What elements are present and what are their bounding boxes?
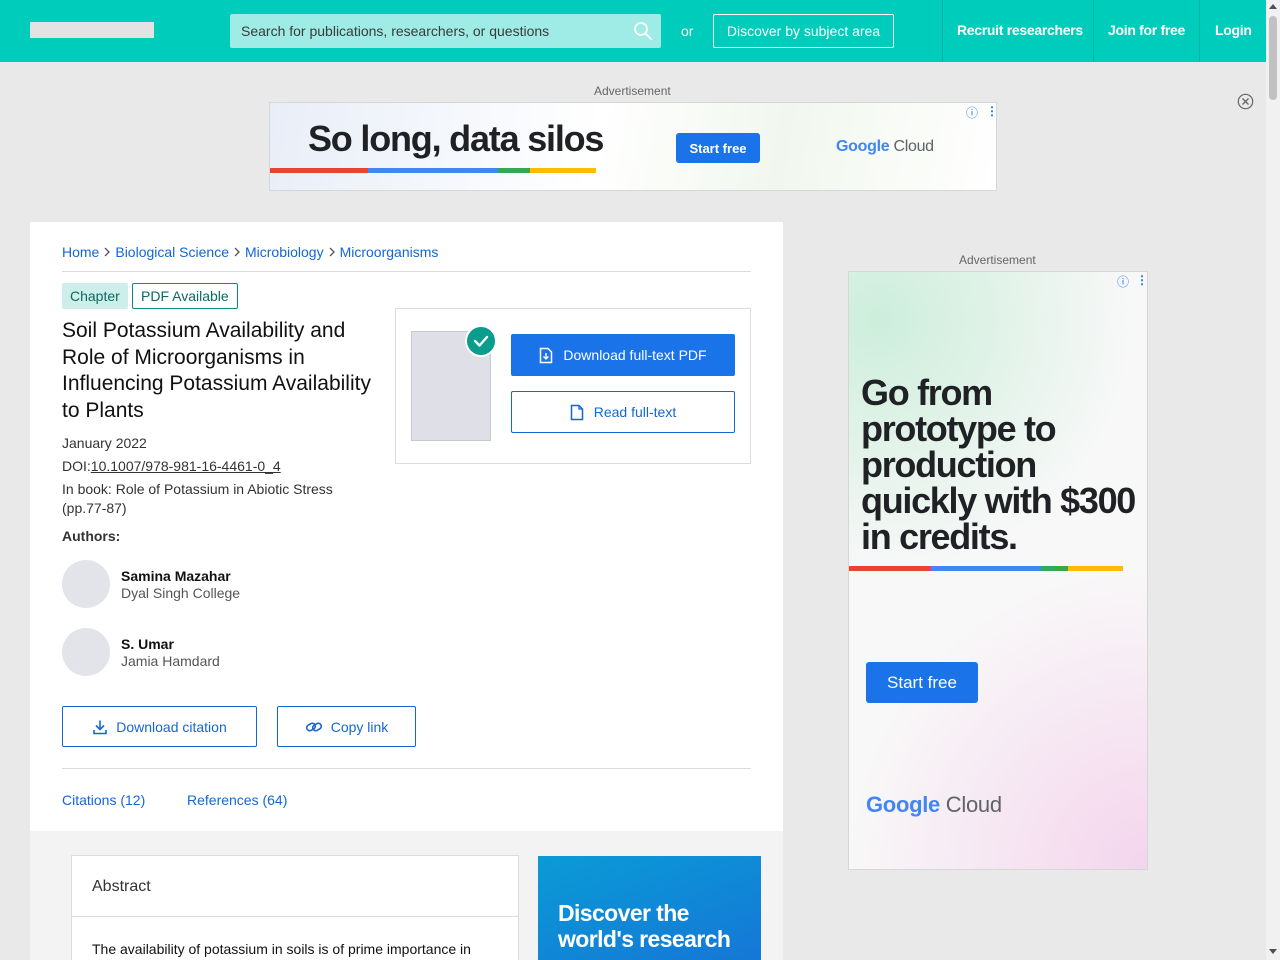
or-separator-text: or xyxy=(681,23,694,39)
doi-prefix: DOI: xyxy=(62,458,91,474)
doi-link[interactable]: 10.1007/978-981-16-4461-0_4 xyxy=(91,458,281,474)
download-pdf-label: Download full-text PDF xyxy=(563,347,707,363)
ad-info-icon[interactable]: ⓘ xyxy=(1117,273,1129,290)
copy-link-label: Copy link xyxy=(330,718,389,735)
abstract-card: Abstract The availability of potassium i… xyxy=(71,855,519,960)
abstract-text: The availability of potassium in soils i… xyxy=(92,941,471,957)
copy-link-button[interactable]: Copy link xyxy=(277,706,416,747)
author-institution[interactable]: Jamia Hamdard xyxy=(121,653,220,669)
join-for-free-link[interactable]: Join for free xyxy=(1108,22,1185,38)
read-fulltext-label: Read full-text xyxy=(593,404,677,420)
google-cloud-logo: Google Cloud xyxy=(836,138,934,156)
avatar[interactable] xyxy=(62,628,110,676)
search-input[interactable] xyxy=(230,14,625,48)
tab-citations[interactable]: Citations (12) xyxy=(62,792,145,808)
avatar[interactable] xyxy=(62,560,110,608)
download-pdf-button[interactable]: Download full-text PDF xyxy=(511,334,735,376)
nav-divider xyxy=(942,0,943,62)
site-logo[interactable] xyxy=(30,22,154,38)
scroll-down-arrow-icon[interactable] xyxy=(1269,949,1277,954)
google-wordmark: Google xyxy=(866,792,940,817)
discover-research-promo[interactable]: Discover the world's research xyxy=(538,856,761,960)
cloud-wordmark: Cloud xyxy=(945,792,1002,817)
ad-headline: Go from prototype to production quickly … xyxy=(861,372,1136,557)
divider xyxy=(62,271,751,272)
author-name[interactable]: S. Umar xyxy=(121,636,174,652)
top-banner-ad[interactable]: So long, data silos Start free Google Cl… xyxy=(269,102,997,191)
download-icon xyxy=(93,720,108,734)
read-fulltext-button[interactable]: Read full-text xyxy=(511,391,735,433)
divider xyxy=(72,916,518,917)
breadcrumb-home[interactable]: Home xyxy=(62,244,99,260)
check-icon xyxy=(473,335,489,347)
book-pages: (pp.77-87) xyxy=(62,500,127,516)
doi-line: DOI:10.1007/978-981-16-4461-0_4 xyxy=(62,458,281,474)
link-icon xyxy=(305,721,322,732)
advertisement-label: Advertisement xyxy=(594,84,671,98)
google-wordmark: Google xyxy=(836,138,890,155)
nav-divider xyxy=(1199,0,1200,62)
download-citation-label: Download citation xyxy=(116,718,227,735)
google-cloud-logo: Google Cloud xyxy=(866,792,1002,818)
ad-info-icon[interactable]: ⓘ xyxy=(966,104,978,121)
ad-start-free-button[interactable]: Start free xyxy=(676,133,760,163)
ad-start-free-button[interactable]: Start free xyxy=(866,662,978,703)
search-icon[interactable] xyxy=(633,21,653,41)
author-institution[interactable]: Dyal Singh College xyxy=(121,585,240,601)
ad-headline: So long, data silos xyxy=(308,118,604,159)
top-navigation-bar: or Discover by subject area Recruit rese… xyxy=(0,0,1266,62)
tab-references[interactable]: References (64) xyxy=(187,792,287,808)
cloud-wordmark: Cloud xyxy=(893,138,934,155)
authors-heading: Authors: xyxy=(62,528,121,544)
breadcrumb-microbiology[interactable]: Microbiology xyxy=(245,244,324,260)
breadcrumb-biological-science[interactable]: Biological Science xyxy=(115,244,229,260)
chevron-right-icon xyxy=(329,247,335,257)
ad-menu-icon[interactable]: ⋮ xyxy=(986,104,996,118)
advertisement-label: Advertisement xyxy=(959,253,1036,267)
nav-divider xyxy=(1093,0,1094,62)
document-icon xyxy=(570,404,583,420)
publication-date: January 2022 xyxy=(62,435,147,451)
discover-by-subject-button[interactable]: Discover by subject area xyxy=(713,14,894,48)
chevron-right-icon xyxy=(234,247,240,257)
page-scrollbar[interactable] xyxy=(1266,0,1280,960)
close-ad-icon[interactable] xyxy=(1237,93,1254,110)
abstract-heading: Abstract xyxy=(92,878,151,895)
scrollbar-thumb[interactable] xyxy=(1269,16,1277,100)
publication-title: Soil Potassium Availability and Role of … xyxy=(62,319,371,422)
login-link[interactable]: Login xyxy=(1215,22,1252,38)
google-color-bar xyxy=(849,566,1123,571)
breadcrumb: Home Biological Science Microbiology Mic… xyxy=(62,244,438,260)
breadcrumb-microorganisms[interactable]: Microorganisms xyxy=(340,244,439,260)
full-text-panel: Download full-text PDF Read full-text xyxy=(395,308,751,464)
publication-card: Home Biological Science Microbiology Mic… xyxy=(30,222,783,831)
download-citation-button[interactable]: Download citation xyxy=(62,706,257,747)
search-box xyxy=(230,14,661,48)
pdf-available-badge: PDF Available xyxy=(132,283,238,309)
publication-type-badge: Chapter xyxy=(62,283,128,309)
divider xyxy=(62,768,751,769)
author-name[interactable]: Samina Mazahar xyxy=(121,568,231,584)
recruit-researchers-link[interactable]: Recruit researchers xyxy=(957,22,1083,38)
scroll-up-arrow-icon[interactable] xyxy=(1269,4,1277,9)
side-banner-ad[interactable]: ⓘ ⋮ Go from prototype to production quic… xyxy=(848,271,1148,870)
check-badge xyxy=(465,325,497,357)
chevron-right-icon xyxy=(104,247,111,257)
book-info: In book: Role of Potassium in Abiotic St… xyxy=(62,481,333,497)
promo-headline: Discover the world's research xyxy=(558,900,731,952)
file-download-icon xyxy=(540,347,553,363)
ad-menu-icon[interactable]: ⋮ xyxy=(1136,273,1147,287)
google-color-bar xyxy=(270,168,596,173)
